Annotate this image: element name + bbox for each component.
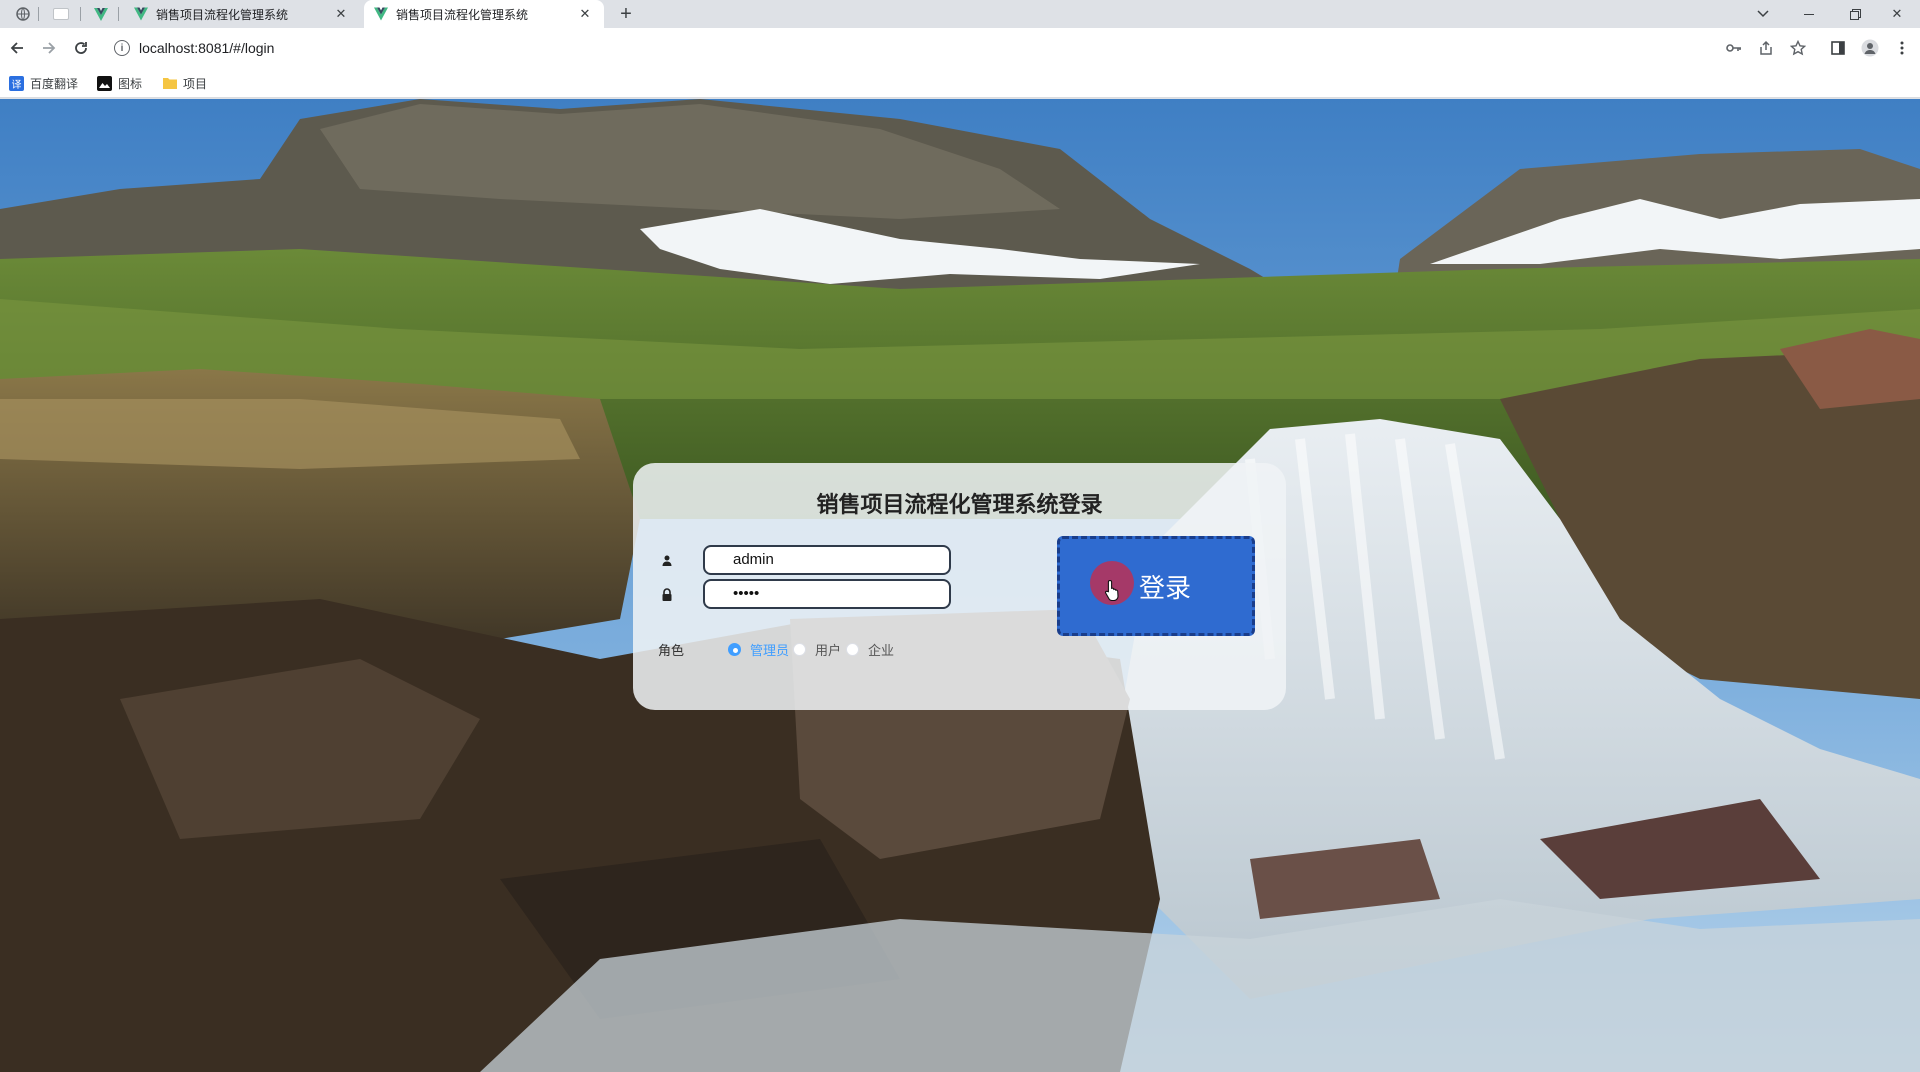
bookmark-star-icon[interactable]: [1788, 38, 1808, 58]
address-url: localhost:8081/#/login: [139, 40, 275, 56]
vue-logo-icon: [374, 7, 388, 21]
bookmark-icons[interactable]: 图标: [97, 75, 142, 91]
key-icon[interactable]: [1724, 38, 1744, 58]
browser-toolbar: i localhost:8081/#/login: [0, 28, 1920, 68]
reload-icon[interactable]: [69, 36, 93, 60]
back-icon[interactable]: [5, 36, 29, 60]
image-icon: [97, 75, 112, 91]
user-icon: [660, 552, 674, 568]
pinned-tab-blank-icon[interactable]: [48, 3, 74, 25]
page-viewport: 销售项目流程化管理系统登录 admin ••••• 角色 管理员 用户 企业 登: [0, 99, 1920, 1072]
profile-avatar-icon[interactable]: [1860, 38, 1880, 58]
address-bar[interactable]: i localhost:8081/#/login: [106, 33, 1806, 63]
radio-label: 管理员: [750, 643, 790, 658]
close-tab-icon[interactable]: ✕: [332, 5, 350, 23]
hand-cursor-icon: [1104, 579, 1119, 601]
login-card: 销售项目流程化管理系统登录 admin ••••• 角色 管理员 用户 企业 登: [633, 463, 1286, 710]
login-button-label: 登录: [1138, 572, 1191, 603]
role-radio-company[interactable]: 企业: [846, 640, 894, 659]
folder-icon: [162, 76, 177, 91]
radio-dot-icon: [728, 643, 741, 656]
bookmark-label: 项目: [183, 76, 208, 91]
minimize-icon[interactable]: [1786, 0, 1832, 28]
bookmarks-bar: 译 百度翻译 图标 项目: [0, 68, 1920, 98]
tab-active[interactable]: 销售项目流程化管理系统 ✕: [364, 0, 604, 28]
radio-label: 用户: [815, 643, 842, 658]
radio-dot-icon: [793, 643, 806, 656]
radio-label: 企业: [868, 643, 895, 658]
share-icon[interactable]: [1756, 38, 1776, 58]
close-window-icon[interactable]: ✕: [1874, 0, 1920, 28]
bookmark-label: 图标: [118, 76, 143, 91]
close-tab-icon[interactable]: ✕: [576, 5, 594, 23]
bookmark-label: 百度翻译: [30, 76, 79, 91]
menu-kebab-icon[interactable]: [1892, 38, 1912, 58]
pinned-tab-globe-icon[interactable]: [12, 3, 34, 25]
new-tab-button[interactable]: +: [614, 2, 638, 26]
password-input[interactable]: •••••: [703, 579, 951, 609]
radio-dot-icon: [846, 643, 859, 656]
role-label: 角色: [658, 643, 685, 658]
username-input[interactable]: admin: [703, 545, 951, 575]
side-panel-icon[interactable]: [1828, 38, 1848, 58]
tab-search-icon[interactable]: [1740, 0, 1786, 28]
role-radio-admin[interactable]: 管理员: [728, 640, 789, 659]
login-button[interactable]: 登录: [1057, 536, 1255, 636]
tab-title: 销售项目流程化管理系统: [396, 7, 529, 22]
vue-logo-icon: [134, 7, 148, 21]
login-title: 销售项目流程化管理系统登录: [816, 492, 1103, 517]
lock-icon: [660, 586, 674, 602]
pinned-tab-vue-icon[interactable]: [90, 3, 112, 25]
translate-icon: 译: [9, 75, 24, 91]
tab-inactive[interactable]: 销售项目流程化管理系统 ✕: [124, 0, 360, 28]
tab-title: 销售项目流程化管理系统: [156, 7, 289, 22]
forward-icon[interactable]: [37, 36, 61, 60]
restore-icon[interactable]: [1832, 0, 1878, 28]
site-info-icon[interactable]: i: [114, 40, 130, 56]
tab-strip: 销售项目流程化管理系统 ✕ 销售项目流程化管理系统 ✕ + ✕: [0, 0, 1920, 28]
bookmark-project-folder[interactable]: 项目: [162, 75, 207, 91]
role-radio-user[interactable]: 用户: [793, 640, 841, 659]
bookmark-baidu-translate[interactable]: 译 百度翻译: [9, 75, 78, 91]
